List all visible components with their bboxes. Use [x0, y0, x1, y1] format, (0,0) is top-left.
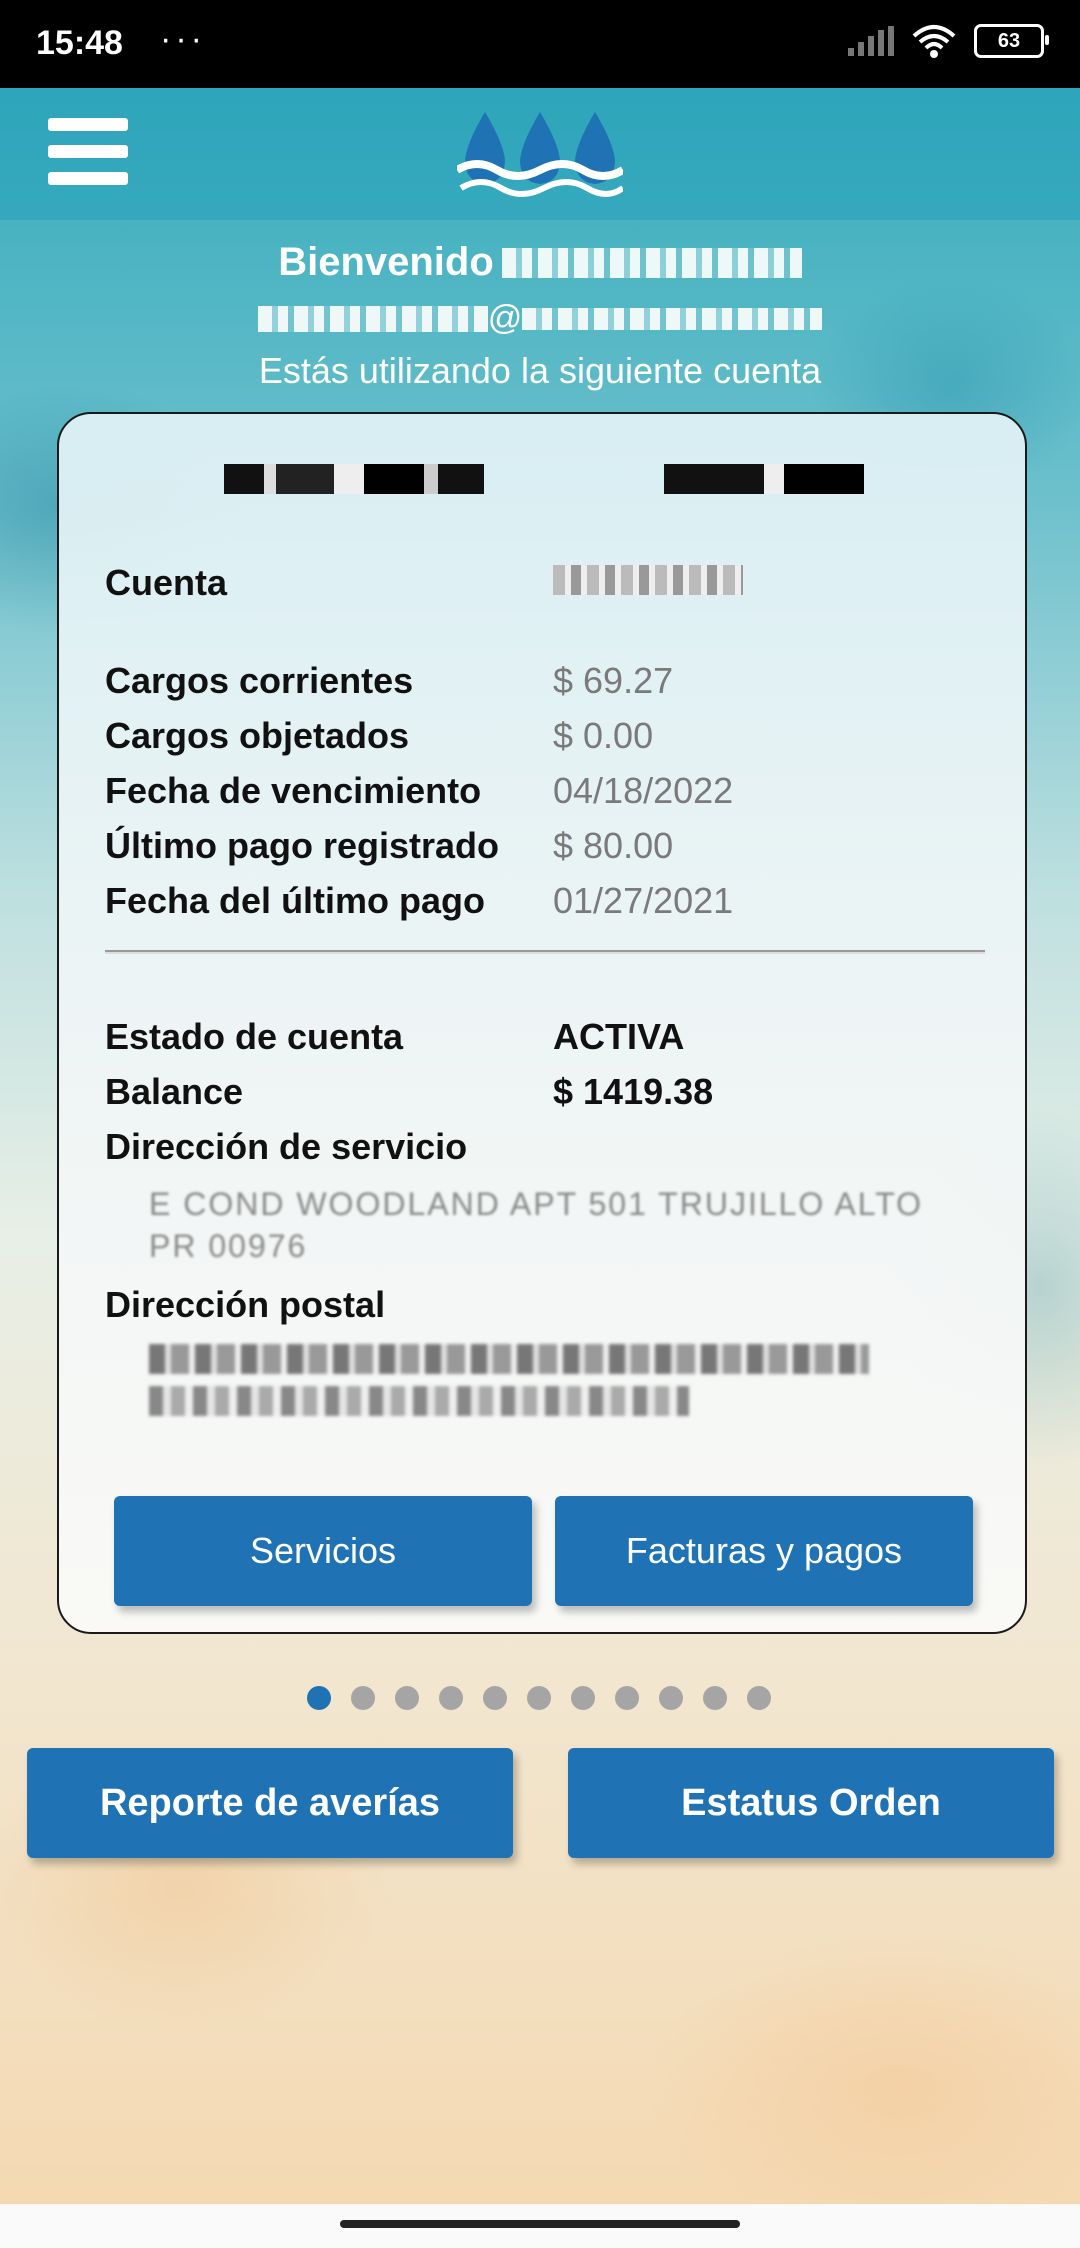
app-header	[0, 88, 1080, 220]
battery-icon: 63	[974, 24, 1049, 58]
user-name-redacted	[501, 247, 802, 278]
pager-dot[interactable]	[307, 1686, 331, 1710]
pager-dot[interactable]	[439, 1686, 463, 1710]
disputed-charges-value: $ 0.00	[553, 715, 654, 756]
last-payment-date-label: Fecha del último pago	[105, 880, 486, 921]
account-name-redacted	[224, 464, 864, 494]
home-indicator[interactable]	[340, 2220, 740, 2228]
balance-label: Balance	[105, 1071, 244, 1112]
signal-icon	[848, 26, 894, 56]
due-date-label: Fecha de vencimiento	[105, 770, 482, 811]
wifi-icon	[912, 25, 956, 58]
account-status-label: Estado de cuenta	[105, 1016, 404, 1057]
divider	[105, 950, 985, 954]
pager-dot[interactable]	[395, 1686, 419, 1710]
pager-dot[interactable]	[703, 1686, 727, 1710]
notification-dots: ···	[160, 20, 206, 58]
email-at-sign: @	[487, 299, 523, 337]
report-outage-button[interactable]: Reporte de averías	[27, 1748, 513, 1858]
pager-dot[interactable]	[659, 1686, 683, 1710]
menu-icon[interactable]	[48, 118, 128, 188]
carousel-pager	[307, 1686, 771, 1710]
pager-dot[interactable]	[571, 1686, 595, 1710]
last-payment-date-value: 01/27/2021	[553, 880, 734, 921]
status-bar: 15:48 ··· 63	[0, 0, 1080, 88]
last-payment-value: $ 80.00	[553, 825, 674, 866]
disputed-charges-label: Cargos objetados	[105, 715, 410, 756]
status-icons: 63	[848, 24, 1049, 58]
last-payment-label: Último pago registrado	[105, 825, 500, 866]
welcome-section: Bienvenido @ Estás utilizando la siguien…	[0, 240, 1080, 392]
postal-address-line2-redacted	[149, 1386, 689, 1416]
postal-address-line1-redacted	[149, 1344, 869, 1374]
pager-dot[interactable]	[351, 1686, 375, 1710]
pager-dot[interactable]	[747, 1686, 771, 1710]
pager-dot[interactable]	[483, 1686, 507, 1710]
account-status-value: ACTIVA	[553, 1016, 685, 1057]
account-card: Cuenta Cargos corrientes $ 69.27 Cargos …	[57, 412, 1027, 1634]
service-address-line2: PR 00976	[149, 1228, 308, 1264]
welcome-greeting: Bienvenido	[278, 240, 494, 284]
account-number-label: Cuenta	[105, 562, 228, 603]
pager-dot[interactable]	[615, 1686, 639, 1710]
email-user-redacted	[257, 305, 488, 332]
email-domain-redacted	[522, 307, 823, 330]
balance-value: $ 1419.38	[553, 1071, 714, 1112]
account-number-value	[553, 562, 743, 604]
postal-address-label: Dirección postal	[105, 1284, 386, 1325]
welcome-subtitle: Estás utilizando la siguiente cuenta	[258, 350, 822, 391]
order-status-button[interactable]: Estatus Orden	[568, 1748, 1054, 1858]
service-address-label: Dirección de servicio	[105, 1126, 468, 1167]
bills-payments-button[interactable]: Facturas y pagos	[555, 1496, 973, 1606]
current-charges-value: $ 69.27	[553, 660, 674, 701]
services-button[interactable]: Servicios	[114, 1496, 532, 1606]
current-charges-label: Cargos corrientes	[105, 660, 414, 701]
water-drops-logo	[457, 112, 623, 197]
service-address-line1: E COND WOODLAND APT 501 TRUJILLO ALTO	[149, 1186, 924, 1222]
due-date-value: 04/18/2022	[553, 770, 734, 811]
status-time: 15:48	[36, 24, 123, 62]
pager-dot[interactable]	[527, 1686, 551, 1710]
